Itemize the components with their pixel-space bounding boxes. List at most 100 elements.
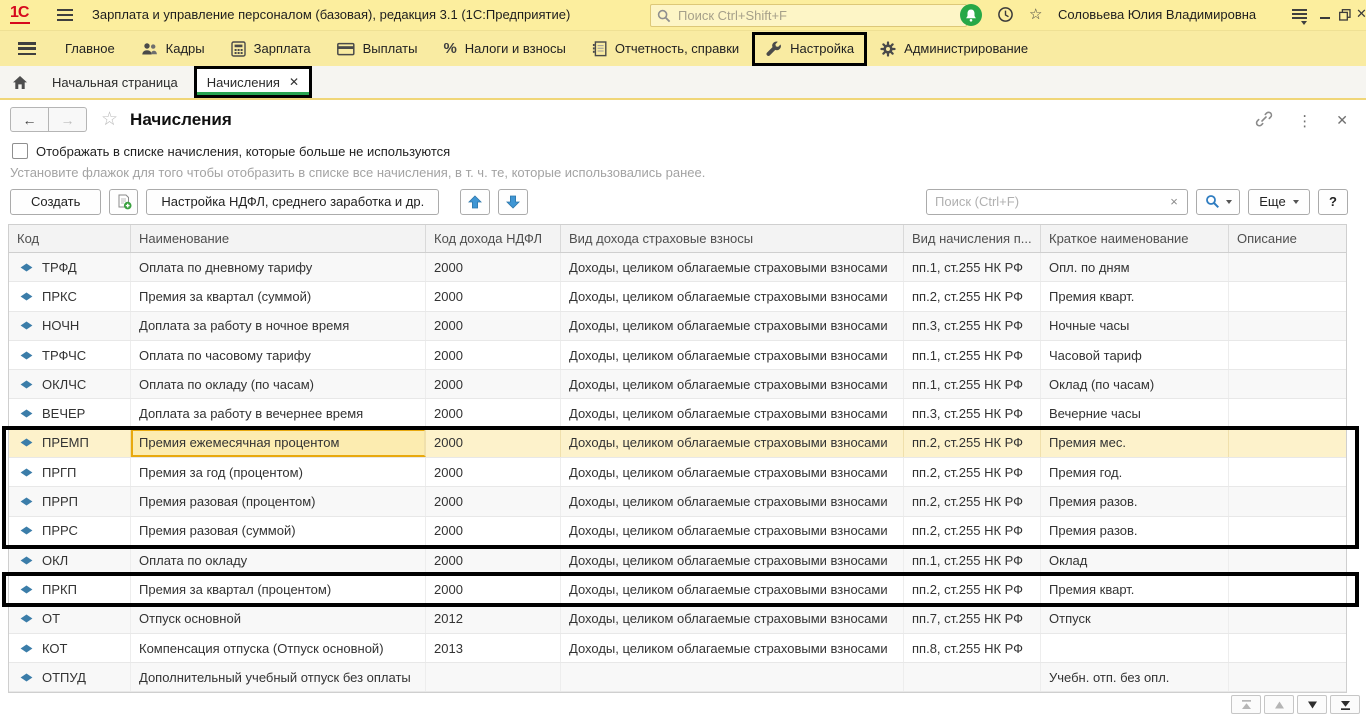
table-cell[interactable]: ОТПУД — [9, 663, 131, 691]
table-cell[interactable]: Доходы, целиком облагаемые страховыми вз… — [561, 517, 904, 545]
table-cell[interactable]: Оклад — [1041, 546, 1229, 574]
table-cell[interactable]: Доплата за работу в вечернее время — [131, 399, 426, 427]
table-cell[interactable]: Доходы, целиком облагаемые страховыми вз… — [561, 429, 904, 457]
history-icon[interactable] — [997, 6, 1014, 26]
notifications-bell-icon[interactable] — [960, 4, 982, 26]
table-cell[interactable]: 2000 — [426, 575, 561, 603]
table-cell[interactable]: 2000 — [426, 546, 561, 574]
column-header[interactable]: Код дохода НДФЛ — [426, 225, 561, 252]
table-cell[interactable]: Ночные часы — [1041, 312, 1229, 340]
table-cell[interactable]: Премия ежемесячная процентом — [131, 429, 426, 457]
column-header[interactable]: Код — [9, 225, 131, 252]
table-cell[interactable]: ПРКП — [9, 575, 131, 603]
table-cell[interactable] — [1229, 663, 1346, 691]
tab-home-page[interactable]: Начальная страница — [42, 75, 188, 90]
table-cell[interactable] — [1229, 312, 1346, 340]
table-cell[interactable]: ПРРС — [9, 517, 131, 545]
table-cell[interactable]: пп.7, ст.255 НК РФ — [904, 605, 1041, 633]
list-search-input[interactable] — [927, 190, 1161, 214]
table-row[interactable]: КОТКомпенсация отпуска (Отпуск основной)… — [9, 634, 1346, 663]
table-cell[interactable]: Вечерние часы — [1041, 399, 1229, 427]
table-cell[interactable]: НОЧН — [9, 312, 131, 340]
table-cell[interactable] — [426, 663, 561, 691]
table-row[interactable]: ПРРППремия разовая (процентом)2000Доходы… — [9, 487, 1346, 516]
table-cell[interactable]: Премия разов. — [1041, 517, 1229, 545]
table-cell[interactable]: 2000 — [426, 341, 561, 369]
menu-item[interactable]: Администрирование — [867, 32, 1041, 66]
table-cell[interactable]: 2000 — [426, 312, 561, 340]
list-search-field[interactable]: × — [926, 189, 1188, 215]
table-cell[interactable]: Доходы, целиком облагаемые страховыми вз… — [561, 487, 904, 515]
table-cell[interactable]: пп.2, ст.255 НК РФ — [904, 487, 1041, 515]
table-cell[interactable]: Оплата по окладу (по часам) — [131, 370, 426, 398]
table-cell[interactable] — [1229, 517, 1346, 545]
table-cell[interactable]: 2012 — [426, 605, 561, 633]
table-cell[interactable] — [1229, 575, 1346, 603]
close-form-icon[interactable]: ✕ — [1336, 112, 1348, 129]
restore-window-icon[interactable] — [1339, 9, 1351, 24]
table-row[interactable]: ОТОтпуск основной2012Доходы, целиком обл… — [9, 605, 1346, 634]
table-row[interactable]: ПРКСПремия за квартал (суммой)2000Доходы… — [9, 282, 1346, 311]
create-group-button[interactable] — [109, 189, 138, 215]
more-actions-icon[interactable]: ⋮ — [1297, 112, 1312, 130]
table-cell[interactable]: Доходы, целиком облагаемые страховыми вз… — [561, 341, 904, 369]
table-cell[interactable]: ОКЛ — [9, 546, 131, 574]
table-row[interactable]: ОКЛОплата по окладу2000Доходы, целиком о… — [9, 546, 1346, 575]
forward-button[interactable]: → — [49, 107, 87, 132]
table-cell[interactable]: 2000 — [426, 253, 561, 281]
table-cell[interactable]: Доходы, целиком облагаемые страховыми вз… — [561, 282, 904, 310]
more-button[interactable]: Еще — [1248, 189, 1310, 215]
table-cell[interactable]: ВЕЧЕР — [9, 399, 131, 427]
add-to-favorites-star-icon[interactable]: ☆ — [101, 108, 118, 131]
table-cell[interactable]: Доходы, целиком облагаемые страховыми вз… — [561, 605, 904, 633]
table-cell[interactable]: Оплата по дневному тарифу — [131, 253, 426, 281]
table-cell[interactable]: пп.2, ст.255 НК РФ — [904, 458, 1041, 486]
table-cell[interactable]: ПРГП — [9, 458, 131, 486]
table-cell[interactable]: Премия год. — [1041, 458, 1229, 486]
table-cell[interactable]: 2000 — [426, 370, 561, 398]
create-button[interactable]: Создать — [10, 189, 101, 215]
tab-accruals[interactable]: Начисления ✕ — [194, 66, 312, 98]
table-cell[interactable] — [1041, 634, 1229, 662]
table-cell[interactable]: Опл. по дням — [1041, 253, 1229, 281]
table-cell[interactable]: ТРФЧС — [9, 341, 131, 369]
table-cell[interactable] — [561, 663, 904, 691]
table-cell[interactable] — [1229, 341, 1346, 369]
table-cell[interactable]: Премия разовая (процентом) — [131, 487, 426, 515]
table-cell[interactable]: пп.8, ст.255 НК РФ — [904, 634, 1041, 662]
sections-burger-icon[interactable] — [18, 42, 36, 55]
table-cell[interactable]: пп.1, ст.255 НК РФ — [904, 341, 1041, 369]
table-cell[interactable]: Премия разовая (суммой) — [131, 517, 426, 545]
table-row[interactable]: ТРФДОплата по дневному тарифу2000Доходы,… — [9, 253, 1346, 282]
tab-close-icon[interactable]: ✕ — [289, 75, 299, 89]
table-cell[interactable]: пп.1, ст.255 НК РФ — [904, 253, 1041, 281]
table-cell[interactable]: 2000 — [426, 282, 561, 310]
table-cell[interactable]: КОТ — [9, 634, 131, 662]
table-cell[interactable] — [1229, 605, 1346, 633]
table-cell[interactable]: Доходы, целиком облагаемые страховыми вз… — [561, 399, 904, 427]
menu-item[interactable]: Настройка — [752, 32, 867, 66]
table-cell[interactable]: 2000 — [426, 517, 561, 545]
scroll-page-down-button[interactable] — [1297, 695, 1327, 714]
table-cell[interactable]: пп.2, ст.255 НК РФ — [904, 575, 1041, 603]
table-row[interactable]: ПРГППремия за год (процентом)2000Доходы,… — [9, 458, 1346, 487]
table-row[interactable]: ОКЛЧСОплата по окладу (по часам)2000Дохо… — [9, 370, 1346, 399]
move-down-button[interactable] — [498, 189, 528, 215]
help-button[interactable]: ? — [1318, 189, 1348, 215]
table-cell[interactable]: Доходы, целиком облагаемые страховыми вз… — [561, 546, 904, 574]
table-cell[interactable]: Дополнительный учебный отпуск без оплаты — [131, 663, 426, 691]
table-row[interactable]: ПРКППремия за квартал (процентом)2000Дох… — [9, 575, 1346, 604]
table-cell[interactable]: Учебн. отп. без опл. — [1041, 663, 1229, 691]
table-cell[interactable]: пп.1, ст.255 НК РФ — [904, 370, 1041, 398]
menu-item[interactable]: %Налоги и взносы — [430, 32, 578, 66]
table-cell[interactable] — [1229, 487, 1346, 515]
table-row[interactable]: ПРРСПремия разовая (суммой)2000Доходы, ц… — [9, 517, 1346, 546]
table-cell[interactable]: 2000 — [426, 458, 561, 486]
move-up-button[interactable] — [460, 189, 490, 215]
table-row[interactable]: ВЕЧЕРДоплата за работу в вечернее время2… — [9, 399, 1346, 428]
table-cell[interactable]: пп.2, ст.255 НК РФ — [904, 517, 1041, 545]
table-cell[interactable]: Премия за квартал (суммой) — [131, 282, 426, 310]
column-header[interactable]: Описание — [1229, 225, 1346, 252]
minimize-window-icon[interactable] — [1320, 17, 1330, 19]
table-cell[interactable]: пп.2, ст.255 НК РФ — [904, 282, 1041, 310]
